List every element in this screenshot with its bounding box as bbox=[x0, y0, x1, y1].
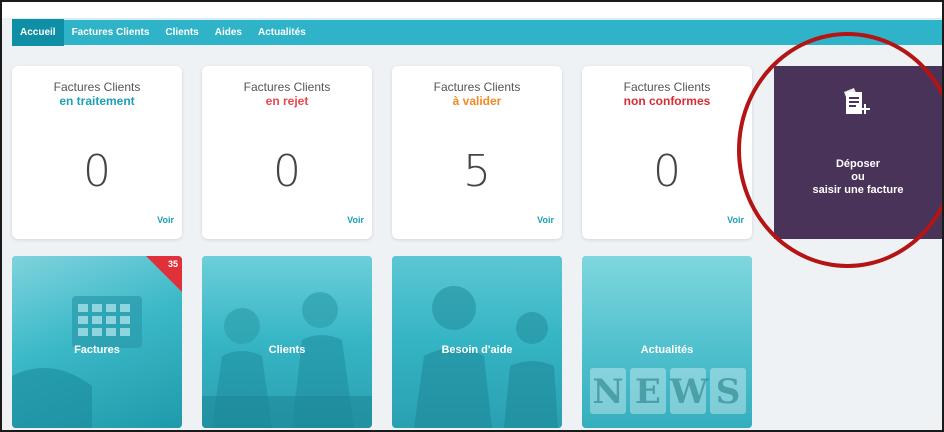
nav-item-clients[interactable]: Clients bbox=[157, 19, 206, 46]
card-a-valider: Factures Clients à valider 5 Voir bbox=[392, 66, 562, 239]
nav-item-factures-clients[interactable]: Factures Clients bbox=[64, 19, 158, 46]
card-status: non conformes bbox=[623, 94, 711, 108]
top-strip bbox=[2, 2, 942, 18]
tile-actualites[interactable]: Actualités N E W S bbox=[582, 256, 752, 428]
annotation-circle bbox=[737, 32, 942, 268]
news-letters: N E W S bbox=[590, 368, 746, 414]
app-frame: Accueil Factures Clients Clients Aides A… bbox=[0, 0, 944, 432]
card-title: Factures Clients bbox=[623, 80, 711, 94]
card-en-traitement: Factures Clients en traitement 0 Voir bbox=[12, 66, 182, 239]
tile-label: Actualités bbox=[640, 344, 694, 356]
news-letter: S bbox=[710, 368, 746, 414]
tile-label: Clients bbox=[268, 344, 306, 356]
card-title: Factures Clients bbox=[433, 80, 521, 94]
nav-item-aides[interactable]: Aides bbox=[207, 19, 250, 46]
nav-item-accueil[interactable]: Accueil bbox=[12, 19, 64, 46]
news-letter: N bbox=[590, 368, 626, 414]
support-team-image bbox=[392, 256, 562, 428]
voir-link[interactable]: Voir bbox=[157, 215, 174, 225]
voir-link[interactable]: Voir bbox=[537, 215, 554, 225]
tile-clients[interactable]: Clients bbox=[202, 256, 372, 428]
card-count: 5 bbox=[463, 146, 491, 197]
tile-label: Factures bbox=[74, 344, 120, 356]
voir-link[interactable]: Voir bbox=[347, 215, 364, 225]
card-count: 0 bbox=[83, 146, 111, 197]
card-count: 0 bbox=[653, 146, 681, 197]
tile-label: Besoin d'aide bbox=[441, 344, 513, 356]
card-status: en rejet bbox=[265, 94, 309, 108]
factures-badge: 35 bbox=[167, 259, 178, 269]
voir-link[interactable]: Voir bbox=[727, 215, 744, 225]
card-count: 0 bbox=[273, 146, 301, 197]
tile-factures[interactable]: 35 Factures bbox=[12, 256, 182, 428]
news-letter: W bbox=[670, 368, 708, 414]
card-status: à valider bbox=[452, 94, 502, 108]
news-letter: E bbox=[630, 368, 666, 414]
card-title: Factures Clients bbox=[243, 80, 331, 94]
card-status: en traitement bbox=[59, 94, 135, 108]
tile-besoin-aide[interactable]: Besoin d'aide bbox=[392, 256, 562, 428]
card-non-conformes: Factures Clients non conformes 0 Voir bbox=[582, 66, 752, 239]
handshake-image bbox=[202, 256, 372, 428]
nav-item-actualites[interactable]: Actualités bbox=[250, 19, 314, 46]
card-en-rejet: Factures Clients en rejet 0 Voir bbox=[202, 66, 372, 239]
card-title: Factures Clients bbox=[53, 80, 141, 94]
